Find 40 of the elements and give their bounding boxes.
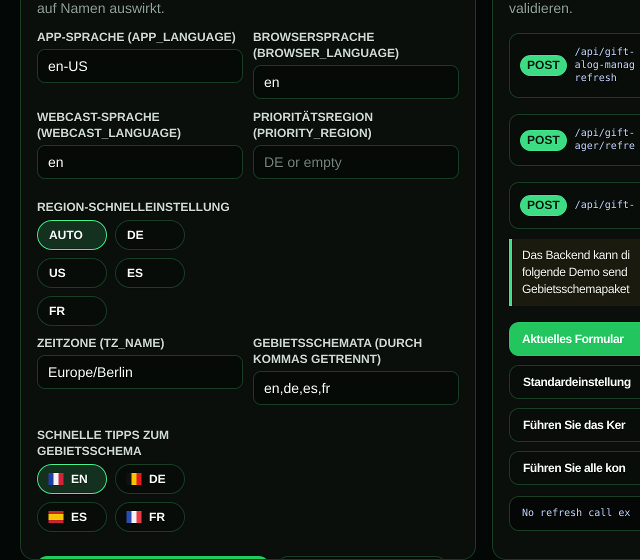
output-text: No refresh call ex: [509, 496, 640, 531]
section-label: SCHNELLE TIPPS ZUM GEBIETSSCHEMA: [37, 427, 170, 459]
region-chip[interactable]: FR: [37, 296, 107, 326]
flag-icon: [126, 473, 142, 485]
field-label: PRIORITÄTSREGION (PRIORITY_REGION): [253, 109, 374, 141]
flag-icon: [48, 473, 64, 485]
endpoint-path: /api/gift- alog-manag refresh: [574, 46, 635, 85]
flag-icon: [126, 511, 142, 523]
input-field[interactable]: Europe/Berlin: [37, 355, 243, 389]
region-chip[interactable]: DE: [115, 220, 185, 250]
flag-icon: [48, 511, 64, 523]
endpoint-path: /api/gift- ager/refre: [574, 127, 635, 153]
region-chip[interactable]: ES: [115, 258, 185, 288]
input-field[interactable]: en: [37, 145, 243, 179]
action-button[interactable]: Führen Sie das Ker: [509, 408, 640, 442]
input-field[interactable]: en: [253, 65, 459, 99]
method-badge: POST: [520, 130, 567, 150]
endpoint-path: /api/gift-: [574, 199, 635, 212]
intro-text: auf Namen auswirkt.: [37, 1, 166, 15]
action-button[interactable]: Standardeinstellung: [509, 365, 640, 399]
field-label: WEBCAST-SPRACHE (WEBCAST_LANGUAGE): [37, 109, 182, 141]
locale-chip[interactable]: DE: [115, 464, 185, 494]
field-label: GEBIETSSCHEMATA (DURCH KOMMAS GETRENNT): [253, 335, 424, 367]
field-label: ZEITZONE (TZ_NAME): [37, 335, 166, 351]
input-field[interactable]: en-US: [37, 49, 243, 83]
locale-chip[interactable]: FR: [115, 502, 185, 532]
locale-chip[interactable]: ES: [37, 502, 107, 532]
note-text: Das Backend kann di folgende Demo send Gebietsschemapaket: [509, 239, 640, 306]
input-field[interactable]: DE or empty: [253, 145, 459, 179]
method-badge: POST: [520, 55, 567, 76]
action-button[interactable]: Führen Sie alle kon: [509, 451, 640, 485]
input-field[interactable]: en,de,es,fr: [253, 371, 459, 405]
section-label: REGION-SCHNELLEINSTELLUNG: [37, 199, 231, 215]
method-badge: POST: [520, 195, 567, 216]
locale-chip[interactable]: EN: [37, 464, 107, 494]
field-label: BROWSERSPRACHE (BROWSER_LANGUAGE): [253, 29, 400, 61]
region-chip[interactable]: US: [37, 258, 107, 288]
region-chip[interactable]: AUTO: [37, 220, 107, 250]
intro-text: validieren.: [509, 1, 574, 15]
field-label: APP-SPRACHE (APP_LANGUAGE): [37, 29, 237, 45]
